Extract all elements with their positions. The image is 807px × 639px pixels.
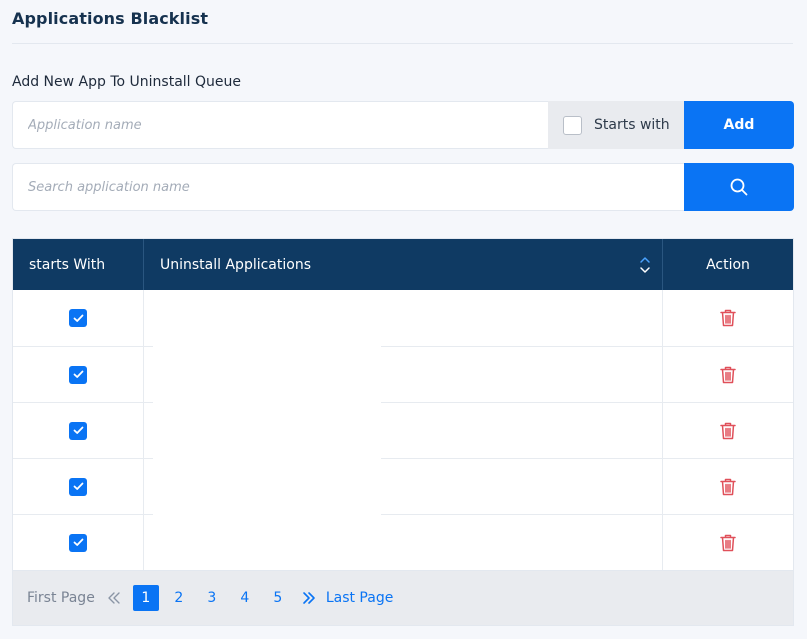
double-chevron-right-icon xyxy=(303,592,315,604)
first-page-link[interactable]: First Page xyxy=(27,590,95,606)
starts-with-cell xyxy=(13,290,144,346)
row-starts-with-checkbox[interactable] xyxy=(69,365,87,384)
application-name-input[interactable] xyxy=(12,101,548,149)
check-icon xyxy=(73,370,83,378)
row-starts-with-checkbox[interactable] xyxy=(69,421,87,440)
add-section-label: Add New App To Uninstall Queue xyxy=(12,74,241,90)
row-starts-with-checkbox[interactable] xyxy=(69,309,87,327)
table-row xyxy=(13,290,793,346)
page-2-button[interactable]: 2 xyxy=(166,585,192,611)
action-cell xyxy=(663,403,793,458)
action-cell xyxy=(663,290,793,346)
starts-with-label: Starts with xyxy=(594,117,670,133)
starts-with-cell xyxy=(13,459,144,514)
starts-with-cell xyxy=(13,403,144,458)
trash-icon xyxy=(720,366,736,383)
search-input[interactable] xyxy=(12,163,684,211)
starts-with-cell xyxy=(13,515,144,570)
table-row xyxy=(13,402,793,458)
row-starts-with-checkbox[interactable] xyxy=(69,477,87,496)
search-row xyxy=(12,163,794,211)
action-cell xyxy=(663,459,793,514)
table-row xyxy=(13,514,793,570)
trash-icon xyxy=(720,422,736,439)
redacted-region xyxy=(153,302,381,553)
page-3-button[interactable]: 3 xyxy=(199,585,225,611)
starts-with-checkbox[interactable] xyxy=(563,115,582,135)
page-1-button[interactable]: 1 xyxy=(132,585,159,611)
starts-with-cell xyxy=(13,347,144,402)
check-icon xyxy=(73,482,83,490)
page-title: Applications Blacklist xyxy=(12,9,209,28)
check-icon xyxy=(73,314,83,322)
next-pages-button[interactable] xyxy=(302,591,316,605)
header-uninstall-applications-label: Uninstall Applications xyxy=(160,256,311,273)
sort-icon[interactable] xyxy=(639,255,651,275)
check-icon xyxy=(73,538,83,546)
delete-button[interactable] xyxy=(720,422,736,440)
table-body xyxy=(13,290,793,570)
trash-icon xyxy=(720,534,736,551)
search-button[interactable] xyxy=(684,163,794,211)
page-4-button[interactable]: 4 xyxy=(232,585,258,611)
blacklist-table: starts With Uninstall Applications Actio… xyxy=(12,238,794,626)
trash-icon xyxy=(720,309,736,327)
check-icon xyxy=(73,426,83,434)
table-header: starts With Uninstall Applications Actio… xyxy=(13,239,793,290)
last-page-link[interactable]: Last Page xyxy=(326,590,394,606)
delete-button[interactable] xyxy=(720,366,736,384)
delete-button[interactable] xyxy=(720,478,736,496)
add-app-row: Starts with Add xyxy=(12,101,794,149)
action-cell xyxy=(663,347,793,402)
delete-button[interactable] xyxy=(720,534,736,552)
add-button[interactable]: Add xyxy=(684,101,794,149)
title-divider xyxy=(12,43,793,44)
page-5-button[interactable]: 5 xyxy=(265,585,291,611)
double-chevron-left-icon xyxy=(108,592,120,604)
table-row xyxy=(13,458,793,514)
header-starts-with: starts With xyxy=(13,239,144,290)
header-action: Action xyxy=(706,256,750,273)
trash-icon xyxy=(720,478,736,495)
previous-pages-button[interactable] xyxy=(107,591,121,605)
table-row xyxy=(13,346,793,402)
action-cell xyxy=(663,515,793,570)
starts-with-toggle[interactable]: Starts with xyxy=(548,101,684,149)
search-icon xyxy=(730,178,748,196)
page-numbers: 1 2 3 4 5 xyxy=(132,585,298,611)
delete-button[interactable] xyxy=(720,309,736,327)
row-starts-with-checkbox[interactable] xyxy=(69,533,87,552)
pagination: First Page 1 2 3 4 5 Last Page xyxy=(13,570,793,625)
header-uninstall-applications[interactable]: Uninstall Applications xyxy=(144,239,663,290)
